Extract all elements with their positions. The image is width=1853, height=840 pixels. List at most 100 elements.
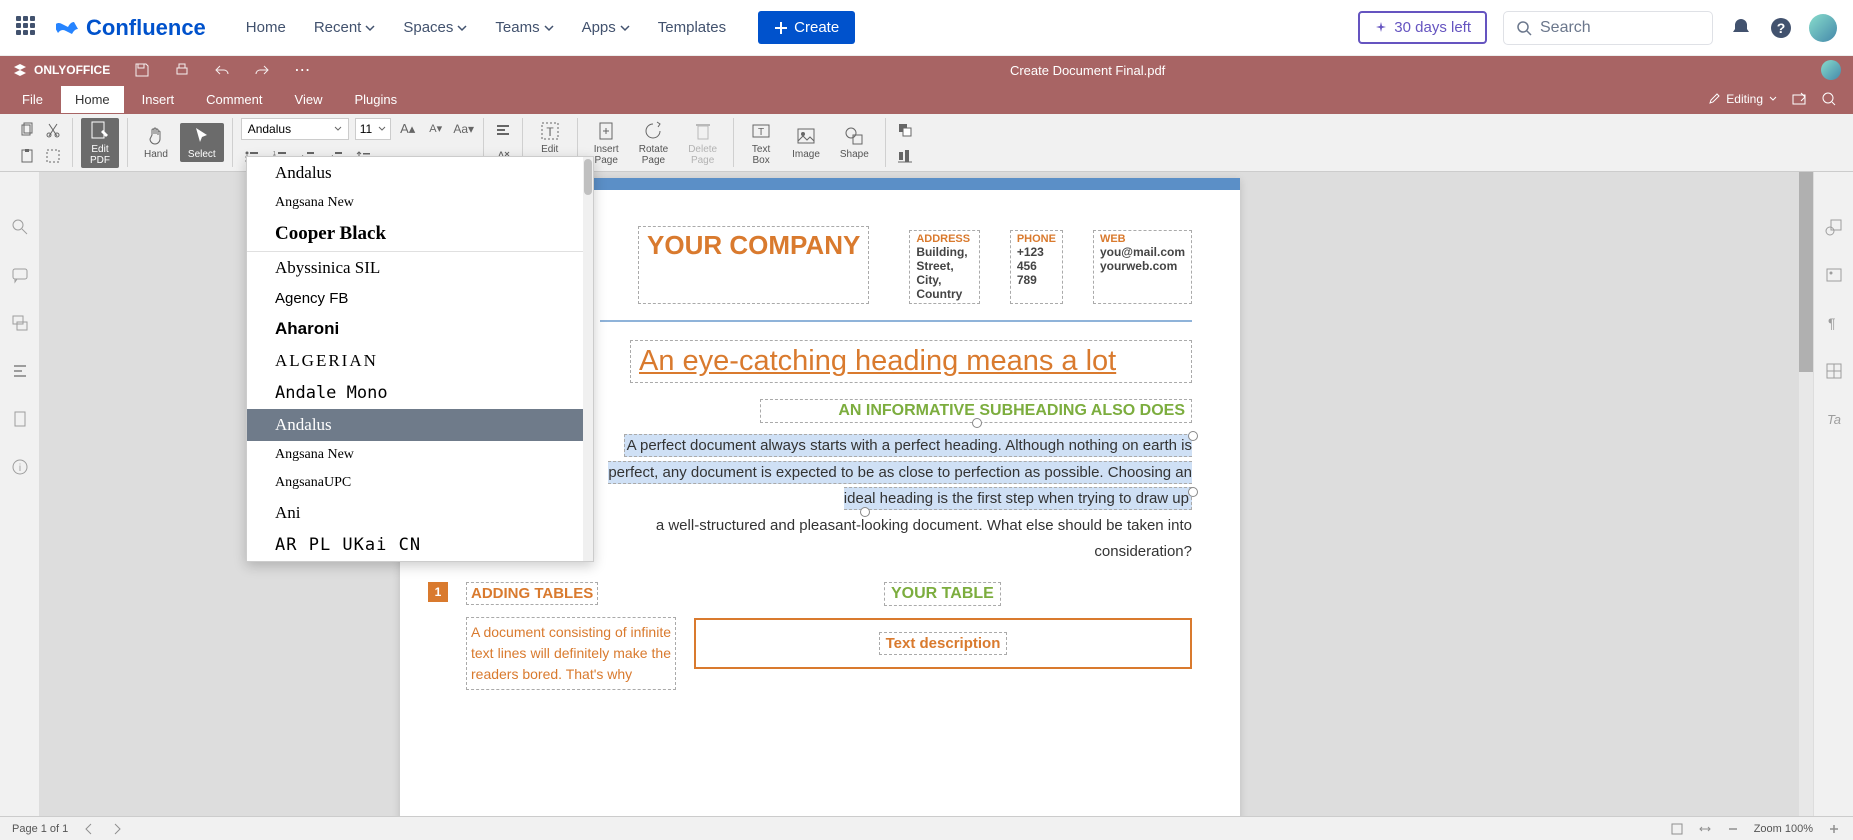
shape-button[interactable]: Shape — [832, 123, 877, 162]
doc-heading[interactable]: An eye-catching heading means a lot — [630, 340, 1192, 383]
menu-comment[interactable]: Comment — [192, 86, 276, 113]
help-icon[interactable]: ? — [1769, 16, 1793, 40]
confluence-logo[interactable]: Confluence — [56, 15, 206, 41]
notification-icon[interactable] — [1729, 16, 1753, 40]
selection-handle[interactable] — [1188, 487, 1198, 497]
font-opt-agency[interactable]: Agency FB — [247, 284, 593, 313]
selection-handle[interactable] — [860, 507, 870, 517]
search-input[interactable]: Search — [1503, 11, 1713, 45]
font-opt-ar-pl[interactable]: AR PL UKai CN — [247, 529, 593, 561]
section-body[interactable]: A document consisting of infinite text l… — [466, 617, 676, 690]
headings-icon[interactable] — [11, 362, 29, 380]
apps-grid-icon[interactable] — [16, 16, 40, 40]
image-button[interactable]: Image — [784, 123, 828, 162]
doc-body-text[interactable]: A perfect document always starts with a … — [600, 433, 1192, 566]
search-icon[interactable] — [1821, 91, 1837, 107]
rotate-page-button[interactable]: Rotate Page — [631, 118, 676, 168]
zoom-level[interactable]: Zoom 100% — [1754, 823, 1813, 835]
editing-mode-button[interactable]: Editing — [1708, 92, 1777, 106]
menu-plugins[interactable]: Plugins — [340, 86, 411, 113]
company-box[interactable]: YOUR COMPANY — [638, 226, 869, 304]
avatar[interactable] — [1809, 14, 1837, 42]
textart-icon[interactable]: Ta — [1825, 410, 1843, 428]
menu-home[interactable]: Home — [61, 86, 124, 113]
font-opt-andalus-recent[interactable]: Andalus — [247, 157, 593, 189]
section-title[interactable]: ADDING TABLES — [466, 582, 598, 605]
select-tool-button[interactable]: Select — [180, 123, 224, 162]
nav-recent[interactable]: Recent — [302, 11, 388, 44]
create-button[interactable]: Create — [758, 11, 855, 44]
hand-tool-button[interactable]: Hand — [136, 123, 176, 162]
font-opt-cooper-recent[interactable]: Cooper Black — [247, 217, 593, 252]
font-opt-aharoni[interactable]: Aharoni — [247, 313, 593, 345]
avatar-small[interactable] — [1821, 60, 1841, 80]
increase-font-icon[interactable]: A▴ — [397, 118, 419, 140]
nav-home[interactable]: Home — [234, 11, 298, 44]
change-case-icon[interactable]: Aa▾ — [453, 118, 475, 140]
menu-insert[interactable]: Insert — [128, 86, 189, 113]
image-settings-icon[interactable] — [1825, 266, 1843, 284]
cut-icon[interactable] — [42, 119, 64, 141]
trial-button[interactable]: 30 days left — [1358, 11, 1487, 44]
nav-apps[interactable]: Apps — [570, 11, 642, 44]
nav-templates[interactable]: Templates — [646, 11, 738, 44]
dropdown-scroll-thumb[interactable] — [584, 159, 592, 195]
font-opt-andalus[interactable]: Andalus — [247, 409, 593, 441]
prev-page-icon[interactable] — [82, 822, 96, 836]
table-settings-icon[interactable] — [1825, 362, 1843, 380]
pages-icon[interactable] — [11, 410, 29, 428]
font-name-select[interactable]: Andalus — [241, 118, 349, 140]
web-box[interactable]: WEB you@mail.com yourweb.com — [1093, 230, 1192, 304]
font-dropdown[interactable]: Andalus Angsana New Cooper Black Abyssin… — [246, 156, 594, 562]
align-objects-icon[interactable] — [894, 145, 916, 167]
paragraph-icon[interactable]: ¶ — [1825, 314, 1843, 332]
redo-icon[interactable] — [254, 62, 270, 78]
shape-settings-icon[interactable] — [1825, 218, 1843, 236]
font-opt-ani[interactable]: Ani — [247, 497, 593, 529]
zoom-out-icon[interactable] — [1726, 822, 1740, 836]
selection-handle[interactable] — [972, 418, 982, 428]
zoom-in-icon[interactable] — [1827, 822, 1841, 836]
select-all-icon[interactable] — [42, 145, 64, 167]
font-opt-abyssinica[interactable]: Abyssinica SIL — [247, 252, 593, 284]
print-icon[interactable] — [174, 62, 190, 78]
selection-handle[interactable] — [1188, 431, 1198, 441]
decrease-font-icon[interactable]: A▾ — [425, 118, 447, 140]
copy-icon[interactable] — [16, 119, 38, 141]
your-table-label[interactable]: YOUR TABLE — [884, 582, 1001, 606]
text-box-button[interactable]: T Text Box — [742, 118, 780, 168]
nav-spaces[interactable]: Spaces — [391, 11, 479, 44]
table-box[interactable]: Text description — [694, 618, 1192, 669]
edit-pdf-button[interactable]: Edit PDF — [81, 118, 119, 168]
fit-page-icon[interactable] — [1670, 822, 1684, 836]
table-description[interactable]: Text description — [879, 632, 1008, 655]
more-icon[interactable]: ⋯ — [294, 60, 310, 80]
arrange-icon[interactable] — [894, 119, 916, 141]
menu-view[interactable]: View — [281, 86, 337, 113]
delete-page-button[interactable]: Delete Page — [680, 118, 725, 168]
nav-teams[interactable]: Teams — [483, 11, 565, 44]
open-location-icon[interactable] — [1791, 91, 1807, 107]
doc-subheading[interactable]: AN INFORMATIVE SUBHEADING ALSO DOES — [760, 399, 1192, 423]
menu-file[interactable]: File — [8, 86, 57, 113]
feedback-icon[interactable]: i — [11, 458, 29, 476]
save-icon[interactable] — [134, 62, 150, 78]
fit-width-icon[interactable] — [1698, 822, 1712, 836]
align-left-icon[interactable] — [492, 119, 514, 141]
chat-icon[interactable] — [11, 314, 29, 332]
next-page-icon[interactable] — [110, 822, 124, 836]
font-size-select[interactable]: 11 — [355, 118, 391, 140]
font-opt-angsana[interactable]: Angsana New — [247, 441, 593, 469]
find-icon[interactable] — [11, 218, 29, 236]
font-opt-algerian[interactable]: ALGERIAN — [247, 345, 593, 377]
font-opt-angsanaupc[interactable]: AngsanaUPC — [247, 469, 593, 497]
phone-box[interactable]: PHONE +123 456 789 — [1010, 230, 1063, 304]
undo-icon[interactable] — [214, 62, 230, 78]
vertical-scrollbar[interactable] — [1799, 172, 1813, 816]
scroll-thumb[interactable] — [1799, 172, 1813, 372]
font-opt-andale[interactable]: Andale Mono — [247, 377, 593, 409]
paste-icon[interactable] — [16, 145, 38, 167]
comments-icon[interactable] — [11, 266, 29, 284]
dropdown-scrollbar[interactable] — [583, 157, 593, 561]
address-box[interactable]: ADDRESS Building, Street, City, Country — [909, 230, 980, 304]
